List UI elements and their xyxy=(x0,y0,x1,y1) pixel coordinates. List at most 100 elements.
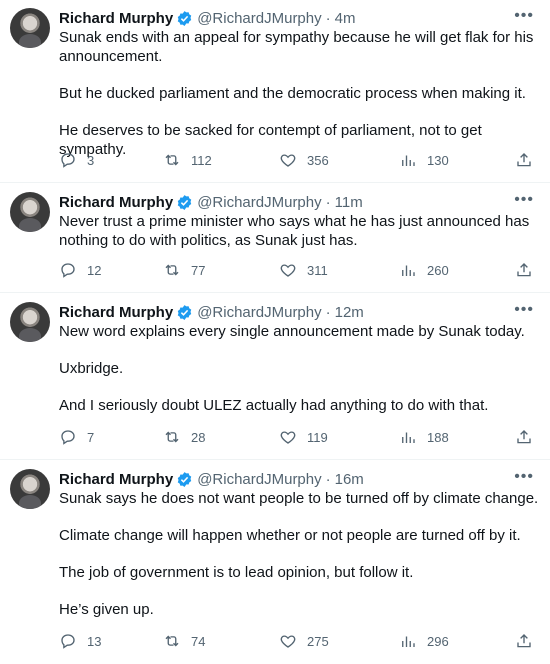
reply-icon xyxy=(61,263,75,278)
retweet-button[interactable]: 28 xyxy=(163,428,205,446)
retweet-button[interactable]: 74 xyxy=(163,632,205,650)
tweet-text: Sunak says he does not want people to be… xyxy=(59,489,539,619)
share-icon xyxy=(517,153,531,167)
tweet-actions: 7 28 119 188 xyxy=(59,428,539,448)
tweet-header: Richard Murphy @RichardJMurphy · 12m xyxy=(59,302,364,322)
reply-icon xyxy=(61,153,75,168)
share-icon xyxy=(517,634,531,648)
tweet-actions: 13 74 275 296 xyxy=(59,632,539,652)
reply-button[interactable]: 3 xyxy=(59,151,94,169)
tweet[interactable]: Richard Murphy @RichardJMurphy · 12m •••… xyxy=(0,294,550,460)
share-icon xyxy=(517,263,531,277)
author-name[interactable]: Richard Murphy xyxy=(59,194,173,211)
separator-dot: · xyxy=(325,9,331,27)
views-icon xyxy=(402,155,415,166)
like-button[interactable]: 119 xyxy=(279,428,328,446)
share-button[interactable] xyxy=(515,428,533,446)
retweet-icon xyxy=(165,154,179,166)
like-icon xyxy=(280,154,296,167)
retweet-count: 112 xyxy=(191,152,212,168)
reply-count: 3 xyxy=(87,152,95,168)
like-icon xyxy=(280,431,296,444)
author-handle[interactable]: @RichardJMurphy xyxy=(197,10,321,27)
reply-button[interactable]: 7 xyxy=(59,428,94,446)
reply-icon xyxy=(61,634,75,649)
tweet-text: Sunak ends with an appeal for sympathy b… xyxy=(59,28,539,159)
tweet[interactable]: Richard Murphy @RichardJMurphy · 11m •••… xyxy=(0,184,550,293)
like-count: 119 xyxy=(307,429,328,445)
retweet-count: 77 xyxy=(191,262,206,278)
tweet-actions: 3 112 356 130 xyxy=(59,151,539,171)
timestamp[interactable]: 16m xyxy=(335,471,364,488)
avatar[interactable] xyxy=(10,302,50,342)
tweet-header: Richard Murphy @RichardJMurphy · 11m xyxy=(59,192,363,212)
tweet-paragraph: But he ducked parliament and the democra… xyxy=(59,85,526,102)
tweet-paragraph: New word explains every single announcem… xyxy=(59,323,525,340)
verified-badge-icon xyxy=(177,304,192,320)
more-icon[interactable]: ••• xyxy=(514,302,534,318)
retweet-icon xyxy=(165,431,179,443)
separator-dot: · xyxy=(325,193,331,211)
views-count: 296 xyxy=(427,633,449,649)
reply-count: 13 xyxy=(87,633,102,649)
like-button[interactable]: 356 xyxy=(279,151,329,169)
tweet[interactable]: Richard Murphy @RichardJMurphy · 4m ••• … xyxy=(0,0,550,183)
retweet-button[interactable]: 77 xyxy=(163,261,205,279)
avatar[interactable] xyxy=(10,192,50,232)
author-name[interactable]: Richard Murphy xyxy=(59,304,173,321)
like-count: 275 xyxy=(307,633,329,649)
timestamp[interactable]: 4m xyxy=(335,10,356,27)
more-icon[interactable]: ••• xyxy=(514,192,534,208)
views-count: 130 xyxy=(427,152,449,168)
share-icon xyxy=(517,430,531,444)
views-button[interactable]: 130 xyxy=(399,151,449,169)
tweet-paragraph: Never trust a prime minister who says wh… xyxy=(59,213,530,249)
reply-button[interactable]: 13 xyxy=(59,632,101,650)
views-button[interactable]: 260 xyxy=(399,261,449,279)
separator-dot: · xyxy=(325,303,331,321)
more-icon[interactable]: ••• xyxy=(514,469,534,485)
verified-badge-icon xyxy=(177,471,192,487)
tweet-actions: 12 77 311 260 xyxy=(59,261,539,281)
retweet-button[interactable]: 112 xyxy=(163,151,212,169)
share-button[interactable] xyxy=(515,151,533,169)
author-handle[interactable]: @RichardJMurphy xyxy=(197,304,321,321)
tweet-text: New word explains every single announcem… xyxy=(59,322,539,415)
views-count: 188 xyxy=(427,429,449,445)
reply-button[interactable]: 12 xyxy=(59,261,101,279)
share-button[interactable] xyxy=(515,632,533,650)
author-handle[interactable]: @RichardJMurphy xyxy=(197,194,321,211)
tweet-paragraph: And I seriously doubt ULEZ actually had … xyxy=(59,397,489,414)
tweet-paragraph: He’s given up. xyxy=(59,601,154,618)
verified-badge-icon xyxy=(177,10,192,26)
avatar[interactable] xyxy=(10,469,50,509)
author-handle[interactable]: @RichardJMurphy xyxy=(197,471,321,488)
retweet-icon xyxy=(165,264,179,276)
timestamp[interactable]: 11m xyxy=(335,194,363,211)
like-count: 356 xyxy=(307,152,329,168)
views-count: 260 xyxy=(427,262,449,278)
tweet-paragraph: Sunak ends with an appeal for sympathy b… xyxy=(59,29,534,65)
more-icon[interactable]: ••• xyxy=(514,8,534,24)
views-button[interactable]: 296 xyxy=(399,632,449,650)
views-icon xyxy=(402,636,415,647)
reply-icon xyxy=(61,430,75,445)
author-name[interactable]: Richard Murphy xyxy=(59,471,173,488)
tweet[interactable]: Richard Murphy @RichardJMurphy · 16m •••… xyxy=(0,461,550,664)
author-name[interactable]: Richard Murphy xyxy=(59,10,173,27)
views-button[interactable]: 188 xyxy=(399,428,449,446)
like-icon xyxy=(280,264,296,277)
share-button[interactable] xyxy=(515,261,533,279)
like-count: 311 xyxy=(307,262,328,278)
views-icon xyxy=(402,265,415,276)
like-icon xyxy=(280,635,296,648)
like-button[interactable]: 311 xyxy=(279,261,328,279)
tweet-text: Never trust a prime minister who says wh… xyxy=(59,212,539,250)
tweet-header: Richard Murphy @RichardJMurphy · 16m xyxy=(59,469,364,489)
timestamp[interactable]: 12m xyxy=(335,304,364,321)
tweet-paragraph: Climate change will happen whether or no… xyxy=(59,527,521,544)
like-button[interactable]: 275 xyxy=(279,632,329,650)
tweet-paragraph: Sunak says he does not want people to be… xyxy=(59,490,539,507)
avatar[interactable] xyxy=(10,8,50,48)
verified-badge-icon xyxy=(177,194,192,210)
